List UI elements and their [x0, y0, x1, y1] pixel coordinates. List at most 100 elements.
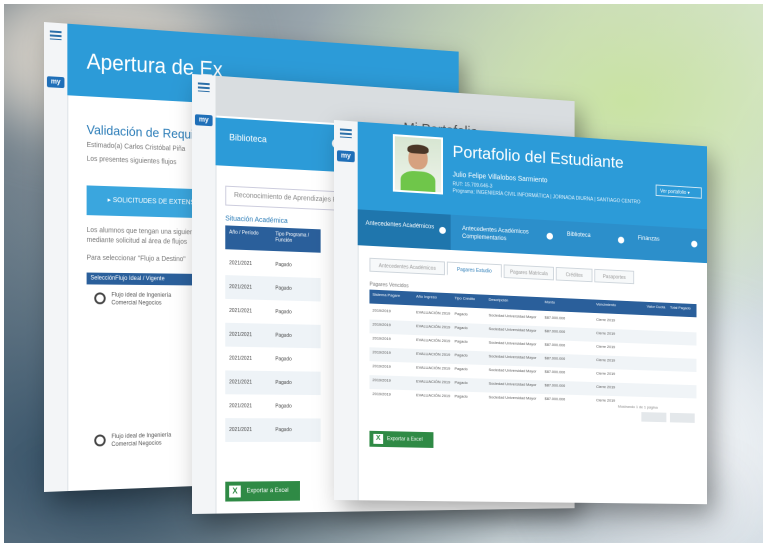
cell: Sociedad Universidad Mayor [489, 340, 541, 347]
cell: $87.000.000 [545, 328, 566, 334]
nav-item-academic[interactable]: Antecedentes Académicos [358, 209, 451, 250]
cell: Sociedad Universidad Mayor [489, 394, 541, 400]
next-page-button[interactable] [670, 413, 695, 423]
column-header: Tipo Programa / Función [275, 231, 317, 244]
export-excel-button[interactable]: X Exportar a Excel [369, 431, 433, 448]
paragraph: Los alumnos que tengan una siguiente [87, 227, 199, 236]
previous-page-button[interactable] [641, 412, 666, 422]
pagination-text: Mostrando 1 de 1 página [618, 404, 658, 410]
cell: Cierre 2019 [596, 330, 615, 336]
info-icon [547, 233, 553, 240]
cell-status: Pagado [275, 333, 291, 339]
column-header: Vencimiento [596, 302, 632, 308]
page-title: Portafolio del Estudiante [453, 142, 624, 173]
cell: 2019/2019 [372, 377, 390, 383]
cell-period: 2021/2021 [229, 260, 252, 267]
cell: EVALUACIÓN 2019 [416, 379, 451, 385]
cell: $87.000.000 [545, 382, 566, 387]
app-logo: my [47, 76, 65, 88]
nav-label: Antecedentes Académicos [366, 220, 435, 232]
paragraph: Estimado(a) Carlos Cristóbal Piña [87, 142, 186, 153]
section-heading: Validación de Requi [87, 122, 194, 142]
column-header: Año Ingreso [416, 294, 449, 300]
nav-label: Antecedentes Académicos Complementarios [462, 225, 537, 245]
nav-item-finance[interactable]: Finanzas [631, 225, 702, 263]
button-label: Exportar a Excel [387, 431, 423, 448]
cell: 2019/2019 [372, 308, 390, 314]
table-row[interactable]: 2021/2021 Pagado [225, 251, 320, 278]
cell-period: 2021/2021 [229, 308, 252, 315]
radio-button[interactable] [94, 434, 105, 446]
cell: Cierre 2019 [596, 357, 615, 362]
cell-period: 2021/2021 [229, 427, 252, 433]
paragraph: Para seleccionar "Flujo a Destino" [87, 255, 186, 263]
cell: Pagado [454, 380, 467, 385]
sidebar: my [192, 74, 217, 514]
cell: Pagado [454, 393, 467, 398]
hamburger-menu-icon[interactable] [50, 30, 62, 40]
cell: Pagado [454, 366, 467, 371]
cell-status: Pagado [275, 286, 291, 292]
column-header: Total Pagado [670, 305, 693, 311]
cell: EVALUACIÓN 2019 [416, 392, 451, 398]
info-icon [691, 241, 697, 248]
screenshot-frame: my Apertura de Ex Validación de Requi Es… [4, 4, 763, 543]
cell-status: Pagado [275, 404, 291, 410]
excel-icon: X [229, 486, 241, 498]
cell: EVALUACIÓN 2019 [416, 323, 451, 329]
subtab-bar: Antecedentes Académicos Pagares Estudio … [369, 258, 677, 286]
cell: 2019/2019 [372, 335, 390, 341]
cell-status: Pagado [275, 309, 291, 315]
hamburger-menu-icon[interactable] [340, 128, 352, 138]
table-caption: Pagares Vencidos [369, 282, 408, 290]
column-header: Selección [90, 273, 115, 285]
cell: EVALUACIÓN 2019 [416, 365, 451, 371]
column-header: Año / Período [229, 230, 268, 237]
cell: Sociedad Universidad Mayor [489, 353, 541, 360]
info-icon [618, 237, 624, 244]
cell: Sociedad Universidad Mayor [489, 381, 541, 387]
subtab-active[interactable]: Pagares Estudio [447, 262, 502, 278]
table-row[interactable]: 2021/2021 Pagado [225, 299, 320, 325]
table-row[interactable]: 2021/2021 Pagado [225, 275, 320, 301]
cell-status: Pagado [275, 356, 291, 362]
cell: Cierre 2019 [596, 384, 615, 389]
nav-label: Finanzas [638, 235, 660, 244]
nav-item-complementary[interactable]: Antecedentes Académicos Complementarios [454, 215, 557, 256]
sidebar: my [44, 22, 68, 492]
column-header: Sistema Pagare [372, 292, 409, 299]
subtab[interactable]: Pasaportes [594, 269, 634, 284]
export-excel-button[interactable]: X Exportar a Excel [225, 481, 300, 502]
cell: 2019/2019 [372, 349, 390, 355]
table-row[interactable]: 2021/2021 Pagado [225, 370, 320, 395]
table-row[interactable]: 2021/2021 Pagado [225, 323, 320, 349]
nav-item-library[interactable]: Biblioteca [559, 221, 626, 259]
cell-period: 2021/2021 [229, 403, 252, 409]
cell: 2019/2019 [372, 363, 390, 369]
portfolio-window: my Portafolio del Estudiante Julio Felip… [334, 120, 707, 504]
cell: $87.000.000 [545, 355, 566, 361]
table-row[interactable]: 2021/2021 Pagado [225, 394, 320, 418]
paragraph: mediante solicitud al área de flujos [87, 237, 187, 246]
cell: 2019/2019 [372, 391, 390, 396]
cell-period: 2021/2021 [229, 332, 252, 338]
cell: Sociedad Universidad Mayor [489, 326, 541, 333]
column-header: Descripción [489, 297, 526, 304]
table-row[interactable]: 2021/2021 Pagado [225, 347, 320, 372]
cell: Pagado [454, 352, 467, 357]
column-header: Monto [545, 299, 576, 305]
portfolio-select[interactable]: Ver portafolio ▾ [656, 185, 702, 199]
subtab[interactable]: Créditos [556, 267, 593, 282]
cell: $87.000.000 [545, 369, 566, 374]
student-avatar [393, 134, 443, 194]
radio-button[interactable] [94, 292, 105, 304]
cell-period: 2021/2021 [229, 356, 252, 362]
subtab[interactable]: Antecedentes Académicos [369, 258, 444, 275]
subtab[interactable]: Pagares Matrícula [504, 264, 554, 280]
paragraph: Los presentes siguientes flujos [87, 156, 177, 166]
table-row[interactable]: 2021/2021 Pagado [225, 418, 320, 442]
hamburger-menu-icon[interactable] [198, 82, 210, 92]
column-header: Flujo Ideal / Vigente [115, 273, 164, 285]
nav-label: Biblioteca [567, 231, 591, 240]
row-text: Flujo ideal de Ingeniería Comercial Nego… [111, 431, 195, 449]
